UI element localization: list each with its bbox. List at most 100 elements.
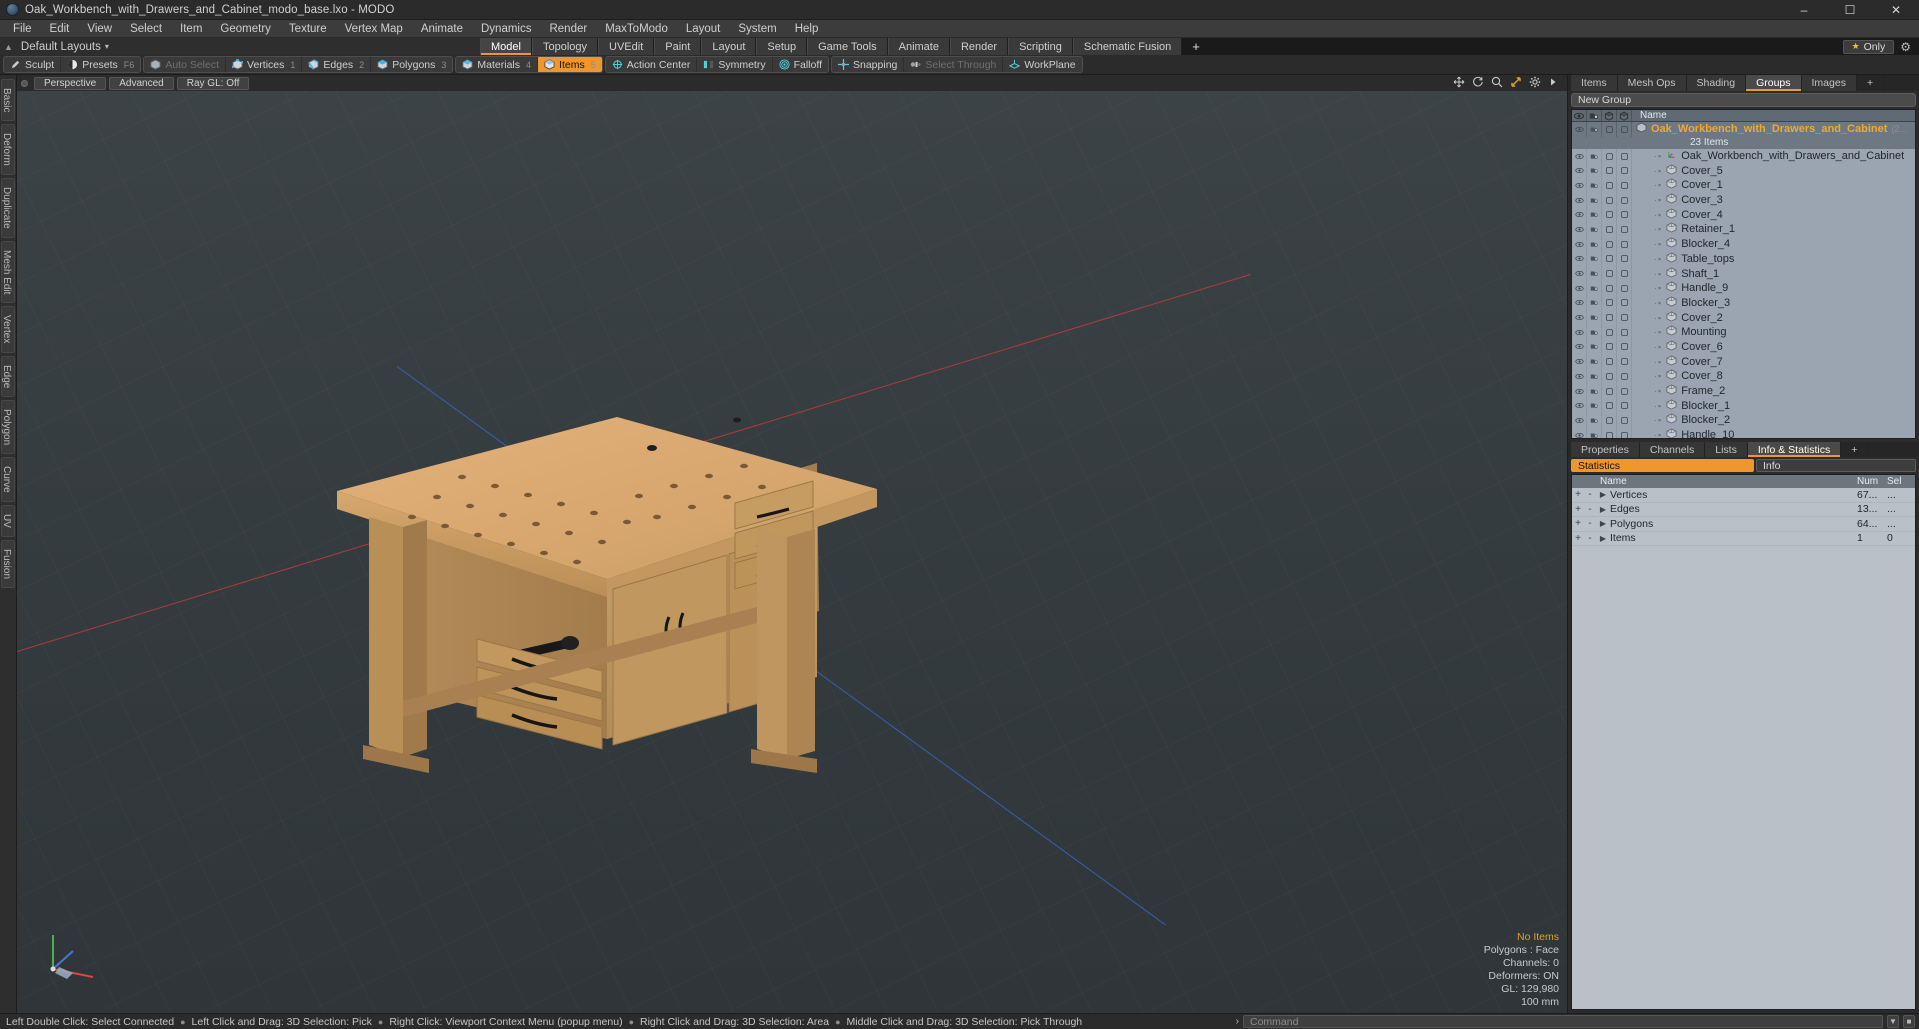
eye-toggle-icon[interactable] xyxy=(1572,413,1587,428)
shade-toggle-icon[interactable] xyxy=(1602,383,1617,399)
mode-button-falloff[interactable]: Falloff xyxy=(773,57,828,72)
menu-item-system[interactable]: System xyxy=(729,20,785,38)
menu-item-file[interactable]: File xyxy=(4,20,41,38)
stat-add-button[interactable]: + xyxy=(1572,504,1584,515)
wire-cube-icon[interactable] xyxy=(1617,110,1632,121)
layout-tab-scripting[interactable]: Scripting xyxy=(1008,38,1073,55)
eye-toggle-icon[interactable] xyxy=(1572,207,1587,223)
layout-tab-schematic-fusion[interactable]: Schematic Fusion xyxy=(1072,38,1183,55)
item-list-row[interactable]: ·▪ Cover_5 xyxy=(1572,163,1915,179)
wire-toggle-icon[interactable] xyxy=(1617,369,1632,384)
stat-subtab-info[interactable]: Info xyxy=(1756,459,1916,472)
layout-tab-layout[interactable]: Layout xyxy=(701,38,757,55)
shade-toggle-icon[interactable] xyxy=(1602,251,1617,267)
render-toggle-icon[interactable] xyxy=(1587,148,1602,164)
left-tab-basic[interactable]: Basic xyxy=(1,79,15,122)
menu-item-render[interactable]: Render xyxy=(540,20,596,38)
stat-add-button[interactable]: + xyxy=(1572,489,1584,500)
viewport-menu-dot-icon[interactable] xyxy=(21,79,28,87)
layout-tab-model[interactable]: Model xyxy=(480,38,532,55)
item-list-row[interactable]: ·▪ Oak_Workbench_with_Drawers_and_Cabinet xyxy=(1572,148,1915,164)
wire-toggle-icon[interactable] xyxy=(1617,163,1632,179)
render-toggle-icon[interactable] xyxy=(1587,163,1602,179)
menu-item-animate[interactable]: Animate xyxy=(412,20,472,38)
left-tab-deform[interactable]: Deform xyxy=(1,124,15,176)
menu-item-help[interactable]: Help xyxy=(786,20,828,38)
shade-toggle-icon[interactable] xyxy=(1602,280,1617,296)
eye-toggle-icon[interactable] xyxy=(1572,236,1587,252)
eye-toggle-icon[interactable] xyxy=(1572,178,1587,193)
right-panel-tab-add[interactable]: + xyxy=(1856,75,1885,91)
mode-button-symmetry[interactable]: Symmetry xyxy=(697,57,773,72)
item-list-row[interactable]: ·▪ Cover_8 xyxy=(1572,369,1915,384)
item-list-row[interactable]: ·▪ Mounting xyxy=(1572,324,1915,340)
right-panel-tab-images[interactable]: Images xyxy=(1801,75,1857,91)
zoom-icon[interactable] xyxy=(1491,76,1503,91)
wire-toggle-icon[interactable] xyxy=(1617,413,1632,428)
shade-toggle-icon[interactable] xyxy=(1602,122,1617,137)
mode-button-materials[interactable]: Materials 4 xyxy=(456,57,539,72)
render-toggle-icon[interactable] xyxy=(1587,178,1602,193)
add-layout-tab-button[interactable]: + xyxy=(1182,38,1210,55)
layout-tab-topology[interactable]: Topology xyxy=(531,38,599,55)
item-list-row[interactable]: ·▪ Cover_1 xyxy=(1572,178,1915,193)
eye-toggle-icon[interactable] xyxy=(1572,398,1587,414)
shade-toggle-icon[interactable] xyxy=(1602,427,1617,438)
wire-toggle-icon[interactable] xyxy=(1617,178,1632,193)
wire-toggle-icon[interactable] xyxy=(1617,236,1632,252)
left-tab-edge[interactable]: Edge xyxy=(1,355,15,398)
layout-tab-render[interactable]: Render xyxy=(949,38,1009,55)
shade-toggle-icon[interactable] xyxy=(1602,354,1617,369)
mode-button-select-through[interactable]: Select Through xyxy=(904,57,1004,72)
command-input[interactable]: Command xyxy=(1243,1015,1883,1028)
item-list-row[interactable]: ·▪ Table_tops xyxy=(1572,251,1915,267)
render-toggle-icon[interactable] xyxy=(1587,266,1602,281)
shaded-cube-icon[interactable] xyxy=(1602,110,1617,121)
item-list[interactable]: Name Oak_Workbench_with_Drawers_and_Cabi… xyxy=(1571,109,1916,439)
stat-tab-add[interactable]: + xyxy=(1841,442,1869,457)
menu-item-texture[interactable]: Texture xyxy=(280,20,336,38)
render-camera-icon[interactable] xyxy=(1587,110,1602,121)
wire-toggle-icon[interactable] xyxy=(1617,266,1632,281)
statistics-row[interactable]: + - ▶ Polygons 64...... xyxy=(1572,517,1915,532)
gear-icon[interactable] xyxy=(1529,76,1541,91)
left-tab-curve[interactable]: Curve xyxy=(1,457,15,502)
layout-tab-setup[interactable]: Setup xyxy=(756,38,808,55)
render-toggle-icon[interactable] xyxy=(1587,413,1602,428)
stat-remove-button[interactable]: - xyxy=(1584,504,1596,515)
item-list-row[interactable]: ·▪ Blocker_3 xyxy=(1572,295,1915,311)
right-panel-tab-items[interactable]: Items xyxy=(1571,75,1618,91)
shade-toggle-icon[interactable] xyxy=(1602,266,1617,281)
menu-item-maxtomodo[interactable]: MaxToModo xyxy=(596,20,677,38)
layout-tab-uvedit[interactable]: UVEdit xyxy=(598,38,655,55)
menu-item-layout[interactable]: Layout xyxy=(677,20,730,38)
render-toggle-icon[interactable] xyxy=(1587,192,1602,208)
stat-tab-lists[interactable]: Lists xyxy=(1705,442,1748,457)
item-list-row[interactable]: ·▪ Blocker_4 xyxy=(1572,236,1915,252)
shade-toggle-icon[interactable] xyxy=(1602,207,1617,223)
eye-icon[interactable] xyxy=(1572,110,1587,121)
stat-add-button[interactable]: + xyxy=(1572,533,1584,544)
item-list-row[interactable]: ·▪ Cover_2 xyxy=(1572,310,1915,325)
stat-tab-channels[interactable]: Channels xyxy=(1639,442,1706,457)
statistics-table[interactable]: Name Num Sel + - ▶ Vertices 67...... + - ▶ Edges… xyxy=(1571,474,1916,1010)
wire-toggle-icon[interactable] xyxy=(1617,122,1632,137)
render-toggle-icon[interactable] xyxy=(1587,383,1602,399)
item-list-row[interactable]: ·▪ Cover_4 xyxy=(1572,207,1915,223)
eye-toggle-icon[interactable] xyxy=(1572,310,1587,325)
wire-toggle-icon[interactable] xyxy=(1617,251,1632,267)
menu-item-item[interactable]: Item xyxy=(171,20,211,38)
layout-tab-game-tools[interactable]: Game Tools xyxy=(807,38,888,55)
shade-toggle-icon[interactable] xyxy=(1602,398,1617,414)
item-list-row[interactable]: ·▪ Handle_10 xyxy=(1572,427,1915,438)
render-toggle-icon[interactable] xyxy=(1587,207,1602,223)
stat-expand-triangle-icon[interactable]: ▶ xyxy=(1596,534,1610,543)
eye-toggle-icon[interactable] xyxy=(1572,148,1587,164)
only-toggle-button[interactable]: ★ Only xyxy=(1842,39,1895,54)
viewport-perspective-button[interactable]: Perspective xyxy=(34,76,107,90)
layout-tab-animate[interactable]: Animate xyxy=(887,38,950,55)
menu-item-select[interactable]: Select xyxy=(121,20,171,38)
mode-button-sculpt[interactable]: Sculpt xyxy=(4,57,62,72)
render-toggle-icon[interactable] xyxy=(1587,251,1602,267)
item-list-row[interactable]: ·▪ Cover_3 xyxy=(1572,192,1915,208)
